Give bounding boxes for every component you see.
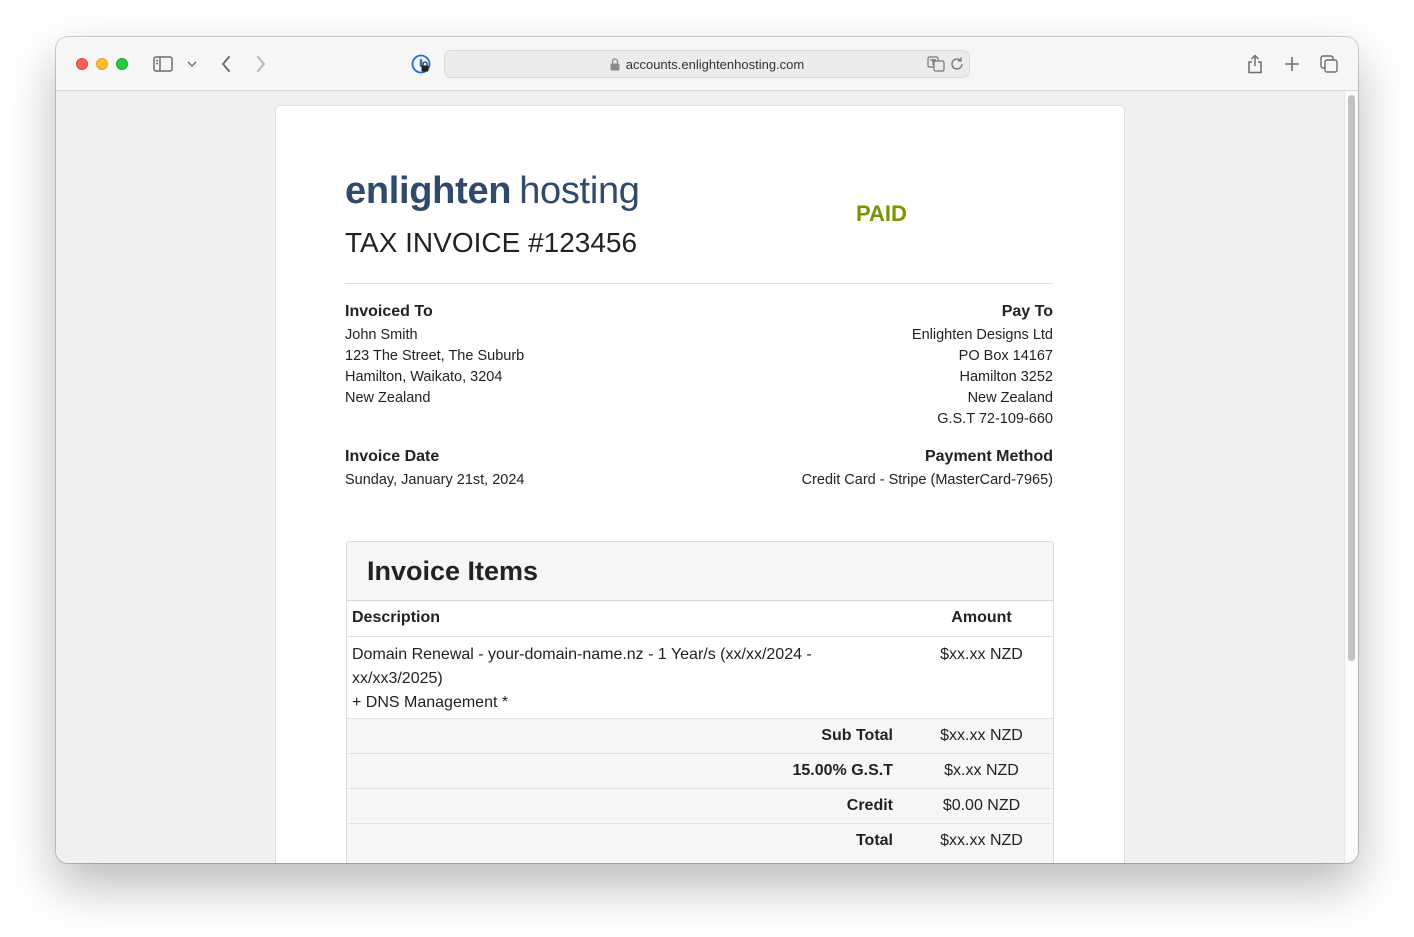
- payment-status-badge: PAID: [856, 201, 907, 226]
- back-arrow-icon[interactable]: [216, 53, 236, 75]
- invoice-items-table: Description Amount Domain Renewal - your…: [347, 601, 1053, 858]
- table-header-row: Description Amount: [347, 601, 1053, 636]
- payment-method-heading: Payment Method: [924, 448, 1053, 465]
- pay-to-city: Hamilton 3252: [959, 369, 1054, 385]
- pay-to-heading: Pay To: [1001, 303, 1053, 320]
- gst-label: 15.00% G.S.T: [347, 752, 910, 788]
- logo-text-bold: enlighten: [345, 170, 512, 212]
- subtotal-row: Sub Total $xx.xx NZD: [347, 717, 1053, 753]
- invoice-title: TAX INVOICE #123456: [345, 227, 638, 258]
- address-bar[interactable]: accounts.enlightenhosting.com: [444, 50, 970, 78]
- pay-to-company: Enlighten Designs Ltd: [911, 327, 1053, 343]
- invoice-items-title: Invoice Items: [367, 555, 539, 586]
- brand-logo[interactable]: enlighten hosting: [345, 168, 640, 214]
- gst-value: $x.xx NZD: [910, 752, 1053, 788]
- sidebar-icon[interactable]: [152, 55, 174, 73]
- total-label: Total: [347, 822, 910, 858]
- invoiced-to-block: Invoiced To John Smith 123 The Street, T…: [345, 301, 685, 409]
- minimize-window-button[interactable]: [96, 58, 108, 70]
- item-description-cell: Domain Renewal - your-domain-name.nz - 1…: [347, 635, 910, 718]
- pay-to-country: New Zealand: [967, 390, 1053, 406]
- browser-toolbar: accounts.enlightenhosting.com: [56, 37, 1358, 91]
- payment-method-block: Payment Method Credit Card - Stripe (Mas…: [713, 446, 1053, 491]
- zoom-window-button[interactable]: [116, 58, 128, 70]
- invoice-items-panel: Invoice Items Description Amount Domain …: [346, 541, 1054, 863]
- pay-to-block: Pay To Enlighten Designs Ltd PO Box 1416…: [713, 301, 1053, 430]
- subtotal-label: Sub Total: [347, 717, 910, 753]
- reload-icon[interactable]: [949, 56, 965, 72]
- gst-row: 15.00% G.S.T $x.xx NZD: [347, 752, 1053, 788]
- item-description-line: xx/xx3/2025): [352, 669, 443, 687]
- item-description-line: Domain Renewal - your-domain-name.nz - 1…: [352, 645, 812, 663]
- lock-icon: [610, 57, 620, 71]
- credit-label: Credit: [347, 787, 910, 823]
- credit-row: Credit $0.00 NZD: [347, 787, 1053, 823]
- pay-to-pobox: PO Box 14167: [958, 348, 1053, 364]
- invoice-date-value: Sunday, January 21st, 2024: [345, 472, 525, 488]
- vertical-scrollbar[interactable]: [1344, 91, 1358, 863]
- total-value: $xx.xx NZD: [910, 822, 1053, 858]
- invoiced-to-country: New Zealand: [345, 390, 431, 406]
- invoiced-to-city: Hamilton, Waikato, 3204: [345, 369, 503, 385]
- invoiced-to-heading: Invoiced To: [345, 303, 433, 320]
- share-icon[interactable]: [1244, 52, 1266, 76]
- item-addon-line: + DNS Management *: [352, 693, 509, 711]
- password-manager-icon[interactable]: [410, 53, 432, 75]
- new-tab-icon[interactable]: [1281, 53, 1303, 75]
- payment-method-value: Credit Card - Stripe (MasterCard-7965): [801, 472, 1053, 488]
- chevron-down-icon[interactable]: [186, 57, 198, 71]
- total-row: Total $xx.xx NZD: [347, 822, 1053, 858]
- close-window-button[interactable]: [76, 58, 88, 70]
- invoiced-to-name: John Smith: [345, 327, 418, 343]
- translate-icon[interactable]: [927, 56, 945, 72]
- invoice-date-block: Invoice Date Sunday, January 21st, 2024: [345, 446, 685, 491]
- invoiced-to-street: 123 The Street, The Suburb: [345, 348, 525, 364]
- header-divider: [345, 283, 1053, 284]
- credit-value: $0.00 NZD: [910, 787, 1053, 823]
- scrollbar-thumb[interactable]: [1348, 95, 1355, 661]
- forward-arrow-icon[interactable]: [251, 53, 271, 75]
- column-header-description: Description: [347, 601, 910, 636]
- pay-to-gst-number: G.S.T 72-109-660: [937, 411, 1053, 427]
- logo-text-light: hosting: [519, 170, 640, 212]
- url-text[interactable]: accounts.enlightenhosting.com: [626, 57, 805, 72]
- table-row: Domain Renewal - your-domain-name.nz - 1…: [347, 635, 1053, 718]
- tab-overview-icon[interactable]: [1318, 53, 1340, 75]
- subtotal-value: $xx.xx NZD: [910, 717, 1053, 753]
- invoice-items-header: Invoice Items: [347, 542, 1053, 601]
- column-header-amount: Amount: [910, 601, 1053, 636]
- invoice-date-heading: Invoice Date: [345, 448, 440, 465]
- page-viewport: enlighten hosting PAID TAX INVOICE #12345…: [56, 91, 1344, 863]
- browser-window: accounts.enlightenhosting.com enlighten …: [56, 37, 1358, 863]
- invoice-card: enlighten hosting PAID TAX INVOICE #12345…: [275, 105, 1125, 863]
- item-amount-cell: $xx.xx NZD: [910, 635, 1053, 718]
